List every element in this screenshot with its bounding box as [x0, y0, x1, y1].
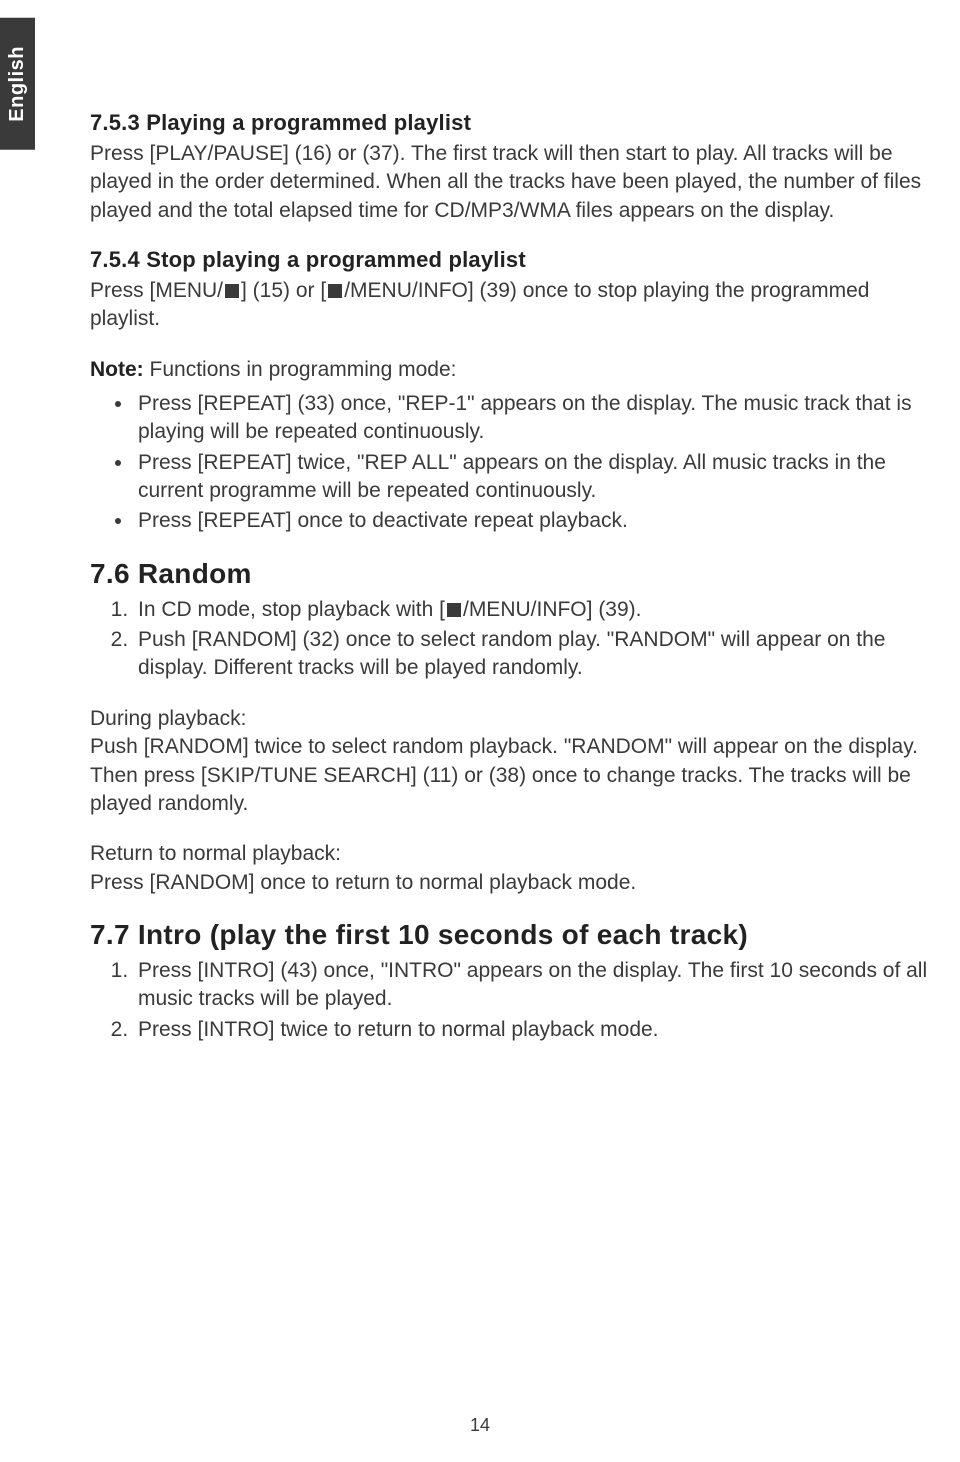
heading-7-5-3: 7.5.3 Playing a programmed playlist [90, 110, 938, 136]
note-line: Note: Functions in programming mode: [90, 356, 938, 384]
stop-icon [225, 284, 239, 298]
note-text: Functions in programming mode: [144, 358, 457, 381]
note-bullet-list: Press [REPEAT] (33) once, "REP-1" appear… [90, 390, 938, 536]
return-normal-block: Return to normal playback: Press [RANDOM… [90, 840, 938, 897]
list-item: Press [INTRO] (43) once, "INTRO" appears… [134, 957, 938, 1014]
text-fragment: /MENU/INFO] (39). [463, 598, 642, 621]
language-tab: English [0, 18, 35, 150]
list-item: Press [REPEAT] once to deactivate repeat… [134, 507, 938, 535]
during-playback-block: During playback: Push [RANDOM] twice to … [90, 705, 938, 818]
text-fragment: In CD mode, stop playback with [ [138, 598, 445, 621]
text-fragment: Press [MENU/ [90, 279, 223, 302]
return-normal-body: Press [RANDOM] once to return to normal … [90, 871, 636, 894]
body-7-5-3: Press [PLAY/PAUSE] (16) or (37). The fir… [90, 140, 938, 225]
heading-7-7: 7.7 Intro (play the first 10 seconds of … [90, 919, 938, 951]
stop-icon [447, 603, 461, 617]
body-7-5-4: Press [MENU/] (15) or [/MENU/INFO] (39) … [90, 277, 938, 334]
list-item: Press [REPEAT] (33) once, "REP-1" appear… [134, 390, 938, 447]
intro-steps: Press [INTRO] (43) once, "INTRO" appears… [90, 957, 938, 1044]
list-item: Push [RANDOM] (32) once to select random… [134, 626, 938, 683]
stop-icon [328, 284, 342, 298]
note-label: Note: [90, 358, 144, 381]
during-playback-body: Push [RANDOM] twice to select random pla… [90, 735, 918, 815]
list-item: Press [INTRO] twice to return to normal … [134, 1016, 938, 1044]
return-normal-label: Return to normal playback: [90, 842, 341, 865]
page-number: 14 [0, 1415, 960, 1436]
during-playback-label: During playback: [90, 707, 246, 730]
list-item: Press [REPEAT] twice, "REP ALL" appears … [134, 449, 938, 506]
heading-7-5-4: 7.5.4 Stop playing a programmed playlist [90, 247, 938, 273]
page-content: 7.5.3 Playing a programmed playlist Pres… [90, 110, 938, 1066]
random-steps: In CD mode, stop playback with [ /MENU/IN… [90, 596, 938, 683]
heading-7-6: 7.6 Random [90, 558, 938, 590]
text-fragment: ] (15) or [ [241, 279, 326, 302]
list-item: In CD mode, stop playback with [ /MENU/IN… [134, 596, 938, 624]
